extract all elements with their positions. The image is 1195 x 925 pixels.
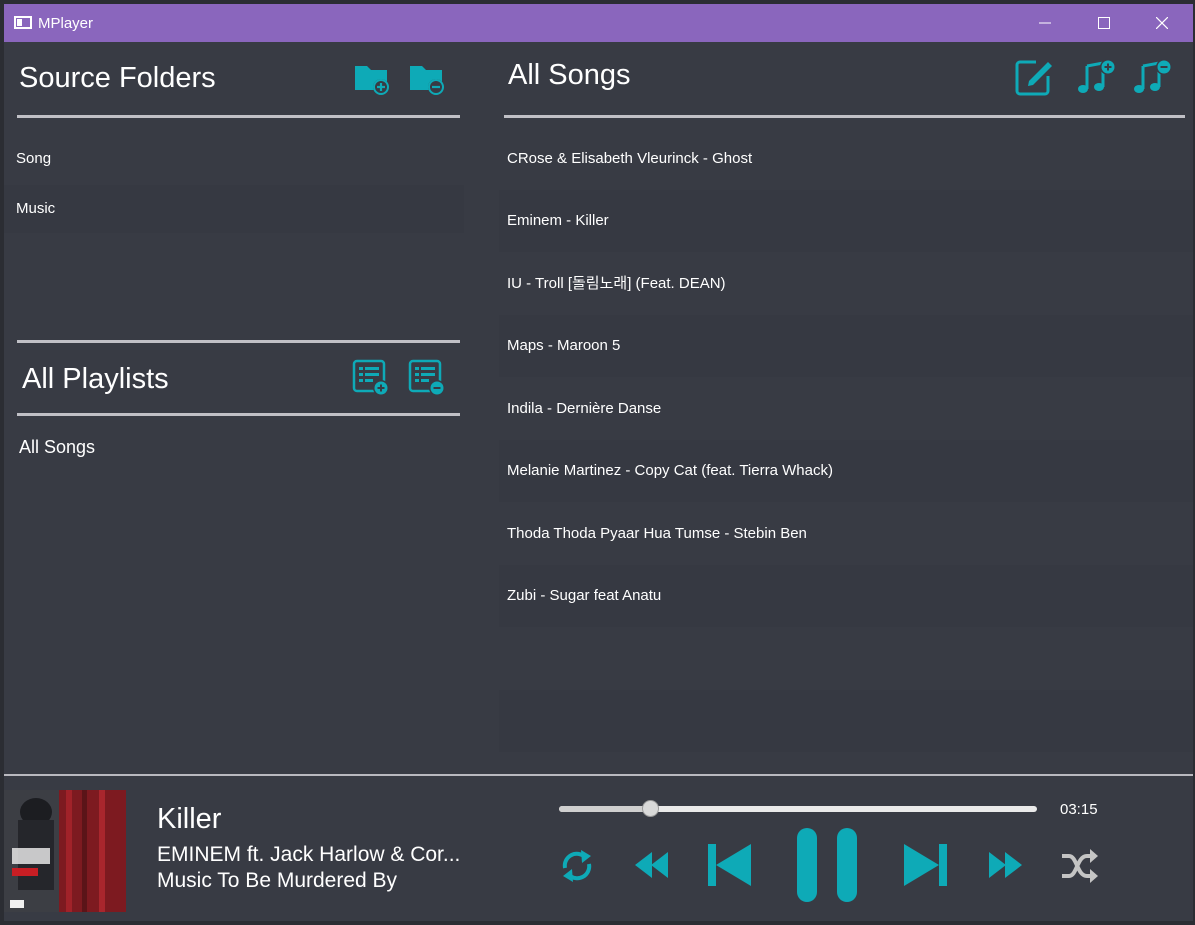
playlists-divider <box>17 413 460 416</box>
previous-button[interactable] <box>706 842 754 893</box>
window-title: MPlayer <box>38 15 94 32</box>
playlist-minus-icon <box>408 359 445 396</box>
seek-slider[interactable] <box>559 800 1037 817</box>
repeat-icon <box>562 850 592 882</box>
folder-item-label: Song <box>16 150 52 167</box>
now-playing-album: Music To Be Murdered By <box>157 869 398 892</box>
album-art-image <box>4 790 126 912</box>
pause-button[interactable] <box>794 827 864 908</box>
playlists-title: All Playlists <box>22 363 169 395</box>
source-folders-title: Source Folders <box>19 62 216 94</box>
song-row[interactable]: Melanie Martinez - Copy Cat (feat. Tierr… <box>499 440 1193 502</box>
song-row[interactable]: CRose & Elisabeth Vleurinck - Ghost <box>499 128 1193 190</box>
song-row[interactable]: Zubi - Sugar feat Anatu <box>499 565 1193 627</box>
song-row[interactable]: Thoda Thoda Pyaar Hua Tumse - Stebin Ben <box>499 503 1193 565</box>
app-window: MPlayer Source Folders Song Music All Pl… <box>4 4 1193 921</box>
fast-forward-icon <box>989 852 1022 878</box>
remove-folder-button[interactable] <box>409 62 447 101</box>
song-title: Maps - Maroon 5 <box>507 337 621 354</box>
time-label: 03:15 <box>1060 801 1098 818</box>
folder-item-label: Music <box>16 200 56 217</box>
rewind-icon <box>635 852 668 878</box>
shuffle-button[interactable] <box>1059 846 1099 891</box>
remove-playlist-button[interactable] <box>408 359 446 402</box>
playlist-item-label: All Songs <box>19 437 96 457</box>
seek-fill <box>559 806 650 812</box>
now-playing-title: Killer <box>157 803 222 835</box>
song-title: Melanie Martinez - Copy Cat (feat. Tierr… <box>507 462 833 479</box>
close-icon <box>1156 17 1168 29</box>
folder-item[interactable]: Music <box>4 185 464 233</box>
song-row[interactable]: Indila - Dernière Danse <box>499 378 1193 440</box>
minimize-button[interactable] <box>1016 4 1074 42</box>
song-title: Indila - Dernière Danse <box>507 400 662 417</box>
skip-previous-icon <box>708 844 751 886</box>
pause-icon <box>797 828 857 902</box>
minimize-icon <box>1039 22 1051 24</box>
empty-song-row <box>499 690 1193 752</box>
rewind-button[interactable] <box>632 848 672 887</box>
song-title: Zubi - Sugar feat Anatu <box>507 587 662 604</box>
folder-plus-icon <box>355 66 389 95</box>
fast-forward-button[interactable] <box>986 848 1026 887</box>
maximize-icon <box>1098 17 1110 29</box>
song-row[interactable]: Maps - Maroon 5 <box>499 315 1193 377</box>
song-title: Thoda Thoda Pyaar Hua Tumse - Stebin Ben <box>507 525 807 542</box>
skip-next-icon <box>904 844 947 886</box>
empty-song-row <box>499 628 1193 690</box>
add-playlist-button[interactable] <box>352 359 390 402</box>
repeat-button[interactable] <box>557 846 597 891</box>
folder-item[interactable]: Song <box>4 135 464 183</box>
edit-icon <box>1015 60 1052 96</box>
player-bar: Killer EMINEM ft. Jack Harlow & Cor... M… <box>4 774 1193 921</box>
songs-divider <box>504 115 1185 118</box>
playlist-plus-icon <box>352 359 389 396</box>
song-title: IU - Troll [돌림노래] (Feat. DEAN) <box>507 275 726 292</box>
maximize-button[interactable] <box>1075 4 1133 42</box>
close-button[interactable] <box>1133 4 1191 42</box>
add-song-button[interactable] <box>1076 56 1118 103</box>
music-note-minus-icon <box>1134 59 1172 93</box>
next-button[interactable] <box>902 842 950 893</box>
add-folder-button[interactable] <box>354 62 392 101</box>
edit-button[interactable] <box>1014 56 1056 103</box>
album-cover <box>4 790 126 912</box>
now-playing-artist: EMINEM ft. Jack Harlow & Cor... <box>157 843 461 866</box>
playlist-item[interactable]: All Songs <box>19 437 95 458</box>
title-bar: MPlayer <box>4 4 1193 42</box>
app-icon <box>14 16 32 29</box>
folder-minus-icon <box>410 66 444 95</box>
song-row[interactable]: Eminem - Killer <box>499 190 1193 252</box>
songs-title: All Songs <box>508 59 631 91</box>
song-title: CRose & Elisabeth Vleurinck - Ghost <box>507 150 753 167</box>
song-row[interactable]: IU - Troll [돌림노래] (Feat. DEAN) <box>499 253 1193 315</box>
source-folders-divider <box>17 115 460 118</box>
playlists-top-divider <box>17 340 460 343</box>
seek-handle[interactable] <box>641 800 659 817</box>
remove-song-button[interactable] <box>1132 56 1174 103</box>
song-title: Eminem - Killer <box>507 212 609 229</box>
shuffle-icon <box>1062 849 1098 883</box>
music-note-plus-icon <box>1078 59 1116 93</box>
